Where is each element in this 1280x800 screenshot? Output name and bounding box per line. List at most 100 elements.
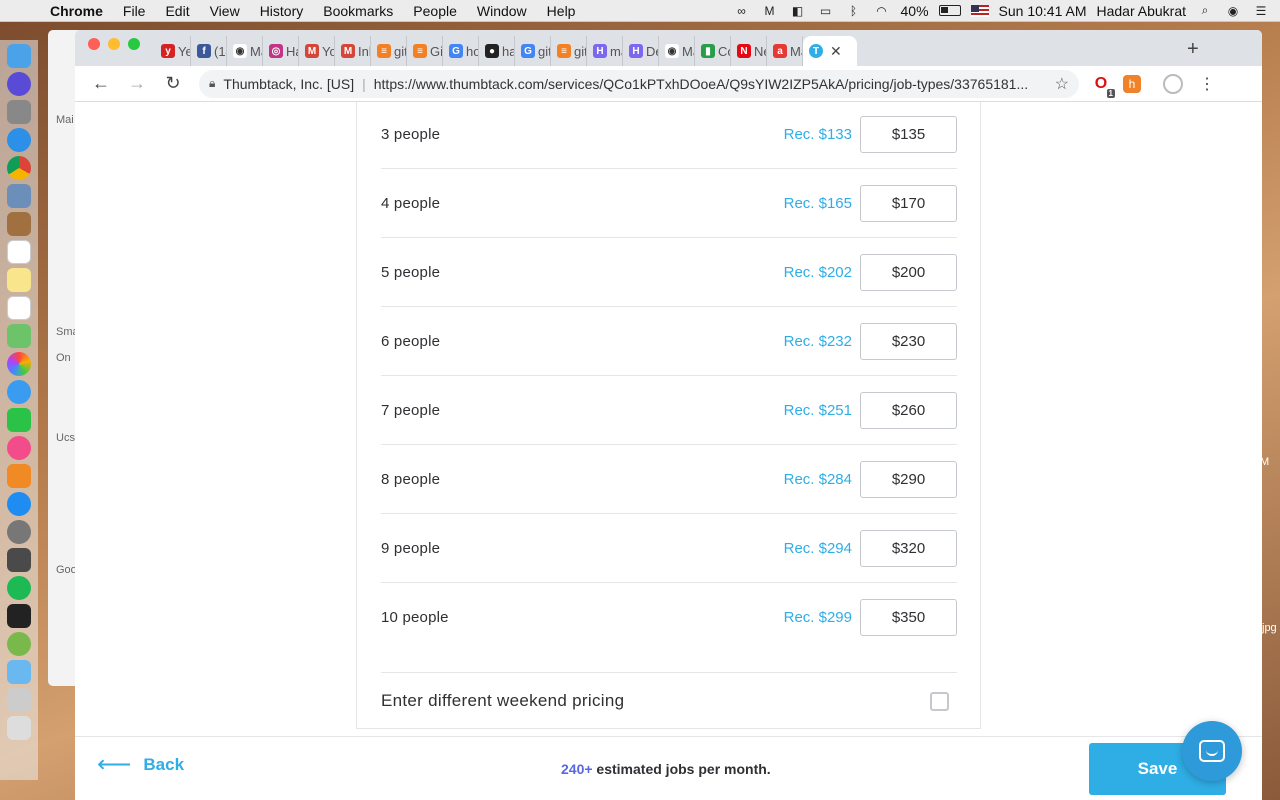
browser-tab[interactable]: ≡ git (551, 36, 587, 66)
menu-help[interactable]: Help (537, 3, 586, 19)
browser-tab[interactable]: ◉Ma (659, 36, 695, 66)
calendar-icon[interactable] (7, 240, 31, 264)
browser-tab[interactable]: NNe (731, 36, 767, 66)
reminders-icon[interactable] (7, 296, 31, 320)
battery-percent[interactable]: 40% (901, 3, 929, 19)
profile-avatar-icon[interactable] (1163, 73, 1183, 94)
safari-icon[interactable] (7, 128, 31, 152)
honey-extension-icon[interactable]: h (1123, 74, 1141, 93)
active-tab[interactable]: T ✕ (803, 36, 857, 66)
preview-icon[interactable] (7, 184, 31, 208)
bookmark-star-icon[interactable]: ☆ (1055, 74, 1069, 94)
spotify-icon[interactable] (7, 576, 31, 600)
bluetooth-icon[interactable]: ᛒ (845, 4, 863, 18)
ibooks-icon[interactable] (7, 464, 31, 488)
menu-edit[interactable]: Edit (155, 3, 199, 19)
opera-extension-icon[interactable]: O1 (1089, 72, 1115, 98)
lock-icon[interactable]: 🔒︎ (209, 76, 215, 91)
tab-title: ma (610, 43, 622, 59)
address-bar[interactable]: 🔒︎ Thumbtack, Inc. [US] | https://www.th… (199, 69, 1079, 98)
maps-icon[interactable] (7, 324, 31, 348)
browser-tab[interactable]: MYo (299, 36, 335, 66)
menubar-clock[interactable]: Sun 10:41 AM (999, 3, 1087, 19)
facetime-icon[interactable] (7, 408, 31, 432)
system-preferences-icon[interactable] (7, 520, 31, 544)
itunes-icon[interactable] (7, 436, 31, 460)
price-input[interactable]: $170 (860, 184, 957, 222)
sublime-text-icon[interactable] (7, 548, 31, 572)
menu-people[interactable]: People (403, 3, 467, 19)
camera-icon[interactable]: ◧ (789, 4, 807, 18)
malwarebytes-icon[interactable]: M (761, 4, 779, 18)
browser-tab[interactable]: ≡Git (407, 36, 443, 66)
finder-icon[interactable] (7, 44, 31, 68)
close-tab-icon[interactable]: ✕ (830, 43, 842, 60)
zoom-window-button[interactable] (128, 38, 140, 50)
siri-dock-icon[interactable] (7, 72, 31, 96)
price-input[interactable]: $320 (860, 529, 957, 567)
siri-icon[interactable]: ◉ (1224, 4, 1242, 18)
price-input[interactable]: $260 (860, 391, 957, 429)
notes-icon[interactable] (7, 268, 31, 292)
terminal-icon[interactable] (7, 604, 31, 628)
android-app-icon[interactable] (7, 632, 31, 656)
new-tab-button[interactable]: + (1187, 38, 1199, 61)
wifi-icon[interactable]: ◠ (873, 4, 891, 18)
launchpad-icon[interactable] (7, 100, 31, 124)
reload-icon[interactable]: ↻ (157, 70, 189, 98)
forward-arrow-icon[interactable]: → (121, 70, 153, 98)
site-identity[interactable]: Thumbtack, Inc. [US] (223, 76, 354, 92)
menu-history[interactable]: History (250, 3, 314, 19)
browser-tab[interactable]: yYe (155, 36, 191, 66)
menu-bookmarks[interactable]: Bookmarks (313, 3, 403, 19)
price-input[interactable]: $350 (860, 598, 957, 636)
browser-tab[interactable]: Ggit (515, 36, 551, 66)
browser-tab[interactable]: f(14 (191, 36, 227, 66)
weekend-pricing-row[interactable]: Enter different weekend pricing (381, 672, 957, 729)
weekend-pricing-checkbox[interactable] (930, 691, 949, 711)
back-arrow-icon[interactable]: ← (85, 70, 117, 98)
browser-tab[interactable]: ●ha (479, 36, 515, 66)
notes-brown-icon[interactable] (7, 212, 31, 236)
price-input[interactable]: $200 (860, 253, 957, 291)
back-link[interactable]: ⟵ Back (97, 753, 184, 777)
tab-favicon-icon: M (341, 44, 355, 58)
messages-icon[interactable] (7, 380, 31, 404)
menu-window[interactable]: Window (467, 3, 537, 19)
battery-icon[interactable] (938, 5, 961, 16)
notification-center-icon[interactable]: ☰ (1252, 4, 1270, 18)
price-input[interactable]: $230 (860, 322, 957, 360)
chat-launcher-button[interactable] (1182, 721, 1242, 781)
menu-file[interactable]: File (113, 3, 156, 19)
document-stack-icon[interactable] (7, 688, 31, 712)
browser-tab[interactable]: ▮Co (695, 36, 731, 66)
browser-tab[interactable]: HDe (623, 36, 659, 66)
spotlight-search-icon[interactable]: ⌕ (1196, 3, 1214, 18)
chrome-dock-icon[interactable] (7, 156, 31, 180)
browser-tab[interactable]: Gho (443, 36, 479, 66)
url-text[interactable]: https://www.thumbtack.com/services/QCo1k… (374, 76, 1028, 92)
menu-view[interactable]: View (200, 3, 250, 19)
browser-tab[interactable]: ≡ git (371, 36, 407, 66)
app-store-icon[interactable] (7, 492, 31, 516)
price-input[interactable]: $290 (860, 460, 957, 498)
photos-icon[interactable] (7, 352, 31, 376)
browser-tab[interactable]: M Inl (335, 36, 371, 66)
creative-cloud-icon[interactable]: ∞ (733, 4, 751, 18)
browser-tab[interactable]: Hma (587, 36, 623, 66)
input-source-flag-icon[interactable] (970, 4, 989, 17)
browser-tab[interactable]: aMa (767, 36, 803, 66)
chrome-menu-icon[interactable]: ⋮ (1195, 72, 1219, 96)
menu-app-name[interactable]: Chrome (40, 3, 113, 19)
downloads-folder-icon[interactable] (7, 660, 31, 684)
desktop-file-label[interactable]: jpg (1262, 622, 1277, 634)
menubar-user[interactable]: Hadar Abukrat (1097, 3, 1187, 19)
browser-tab[interactable]: ◉Ma (227, 36, 263, 66)
thumbtack-favicon-icon: T (809, 44, 823, 58)
price-input[interactable]: $135 (860, 115, 957, 153)
close-window-button[interactable] (88, 38, 100, 50)
minimize-window-button[interactable] (108, 38, 120, 50)
browser-tab[interactable]: ◎Ha (263, 36, 299, 66)
trash-icon[interactable] (7, 716, 31, 740)
airplay-icon[interactable]: ▭ (817, 4, 835, 18)
